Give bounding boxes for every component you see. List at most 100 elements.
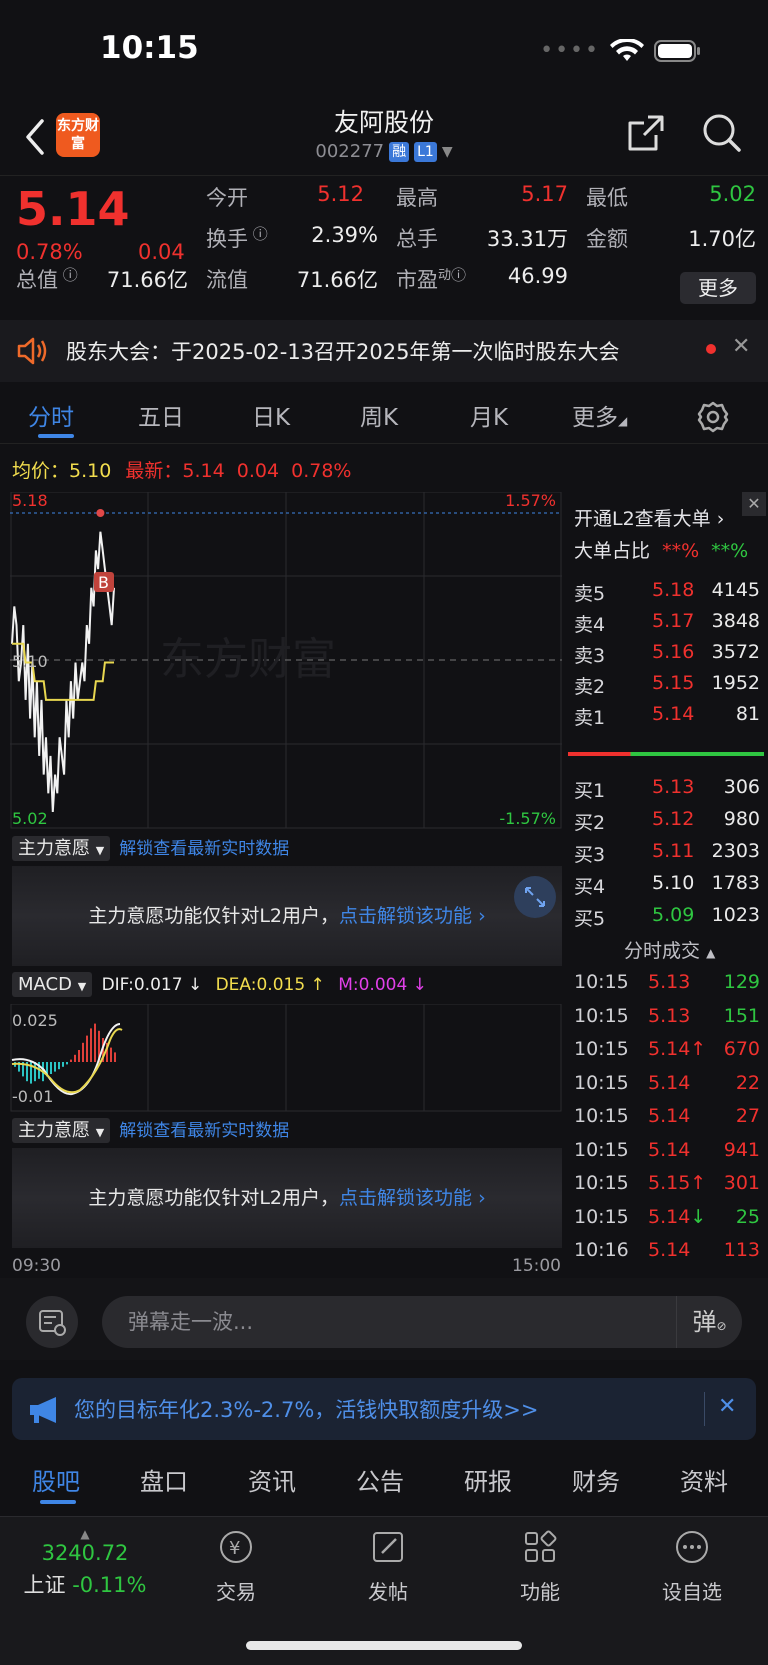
tick-volume: 25 [735,1205,760,1228]
intraday-chart[interactable]: 东方财富 B 5.18 5.10 5.02 1.57% -1.57% [10,492,562,829]
danmu-input[interactable]: 弹幕走一波... [102,1296,742,1348]
bid-label: 买1 [574,780,606,802]
x-axis-start: 09:30 [12,1256,61,1276]
tab-more[interactable]: 更多◢ [572,398,627,432]
ask-row[interactable]: 卖5 5.18 4145 [566,575,764,607]
bid-volume: 1783 [711,872,760,894]
macd-y-top: 0.025 [12,1011,58,1030]
index-name: 上证 [23,1573,66,1597]
ask-label: 卖2 [574,676,606,698]
close-icon[interactable]: ✕ [718,1394,736,1419]
macd-bar [50,1062,52,1074]
ask-row[interactable]: 卖3 5.16 3572 [566,637,764,669]
macd-dropdown[interactable]: MACD ▼ [12,972,93,997]
info-icon: ⓘ [451,266,467,284]
y-axis-top: 5.18 [12,492,48,510]
ask-row[interactable]: 卖1 5.14 81 [566,699,764,731]
close-icon[interactable]: ✕ [732,334,750,359]
ticks-header[interactable]: 分时成交 ▲ [624,936,715,963]
tab-week-k[interactable]: 周K [360,398,398,432]
no-icon: ⊘ [716,1319,727,1333]
tick-price: 5.14 [648,1239,691,1261]
corner-arrow-icon: ◢ [618,414,628,428]
tab-post[interactable]: 发帖 [338,1527,438,1605]
search-icon[interactable] [700,111,744,155]
macd-bar [34,1062,36,1082]
turnover-label[interactable]: 换手 ⓘ [206,223,268,253]
tick-time: 10:15 [574,1004,629,1027]
tab-handicap[interactable]: 盘口 [140,1462,188,1497]
intent-unlock-link[interactable]: 解锁查看最新实时数据 [119,839,289,859]
tick-price: 5.13 [648,971,691,993]
index-value: 3240.72 [41,1541,129,1565]
ask-price: 5.15 [652,672,695,694]
tab-watchlist[interactable]: 设自选 [642,1527,742,1605]
bid-volume: 980 [723,808,760,830]
tick-volume: 27 [735,1105,760,1127]
pct-axis-bottom: -1.57% [499,809,556,828]
tick-row: 10:15 5.14↓ 25 [566,1201,764,1236]
ask-row[interactable]: 卖2 5.15 1952 [566,668,764,700]
tick-volume: 941 [723,1138,760,1161]
amount-label: 金额 [586,227,628,251]
tick-row: 10:15 5.14↑ 670 [566,1033,764,1068]
l2-upgrade-link[interactable]: 开通L2查看大单 › [574,504,724,531]
expand-button[interactable] [514,876,556,918]
tick-price: 5.14↓ [648,1205,707,1228]
tab-five-day[interactable]: 五日 [138,398,184,432]
index-widget[interactable]: ▲ 3240.72 上证 -0.11% [10,1527,160,1599]
promo-banner[interactable]: 您的目标年化2.3%-2.7%，活钱快取额度升级>> ✕ [12,1378,756,1440]
pe-label[interactable]: 市盈动ⓘ [396,264,466,294]
bid-volume: 306 [723,776,760,798]
bid-row[interactable]: 买1 5.13 306 [566,772,764,804]
intent-dropdown[interactable]: 主力意愿 ▼ [12,836,111,861]
ask-label: 卖5 [574,583,606,605]
mcap-label[interactable]: 总值 ⓘ [16,264,78,294]
bid-row[interactable]: 买5 5.09 1023 [566,900,764,932]
tab-guba[interactable]: 股吧 [32,1462,80,1497]
bid-row[interactable]: 买3 5.11 2303 [566,836,764,868]
intent-unlock-link-2[interactable]: 解锁查看最新实时数据 [119,1121,289,1141]
settings-icon[interactable] [696,400,730,434]
macd-bar [70,1059,72,1062]
tab-notices[interactable]: 公告 [356,1462,404,1497]
ask-price: 5.14 [652,703,695,725]
danmu-toggle-button[interactable]: 弹⊘ [676,1296,742,1348]
caret-up-icon: ▲ [80,1527,90,1541]
tab-trade[interactable]: ¥ 交易 [186,1527,286,1605]
intent-unlock-button-2[interactable]: 点击解锁该功能 › [339,1187,486,1209]
intent-unlock-button[interactable]: 点击解锁该功能 › [339,905,486,927]
bid-price: 5.10 [652,872,695,894]
bid-row[interactable]: 买4 5.10 1783 [566,868,764,900]
tab-profile[interactable]: 资料 [680,1462,728,1497]
high-label: 最高 [396,186,438,210]
pe-value: 46.99 [507,264,568,288]
macd-chart[interactable]: 0.025 -0.01 [10,1004,562,1112]
tab-month-k[interactable]: 月K [470,398,508,432]
macd-dea: DEA:0.015 ↑ [215,975,325,995]
bid-row[interactable]: 买2 5.12 980 [566,804,764,836]
tick-price: 5.14 [648,1071,691,1094]
intent-lock-box: 主力意愿功能仅针对L2用户，点击解锁该功能 › [12,866,562,966]
tab-finance[interactable]: 财务 [572,1462,620,1497]
intent-dropdown-2[interactable]: 主力意愿 ▼ [12,1118,111,1143]
tab-functions[interactable]: 功能 [490,1527,590,1605]
share-icon[interactable] [624,111,668,155]
ask-row[interactable]: 卖4 5.17 3848 [566,606,764,638]
tab-research[interactable]: 研报 [464,1462,512,1497]
info-tabs: 股吧 盘口 资讯 公告 研报 财务 资料 [0,1450,768,1510]
tick-time: 10:16 [574,1239,629,1261]
tab-day-k[interactable]: 日K [252,398,290,432]
danmu-settings-button[interactable] [26,1296,78,1348]
bid-price: 5.11 [652,840,695,862]
megaphone-icon [30,1397,56,1423]
bid-label: 买2 [574,812,606,834]
tick-volume: 22 [735,1071,760,1094]
watermark: 东方财富 [160,634,336,685]
tab-intraday[interactable]: 分时 [28,398,74,432]
close-icon[interactable]: ✕ [742,492,766,516]
more-quote-button[interactable]: 更多 [680,272,756,304]
tab-news[interactable]: 资讯 [248,1462,296,1497]
announcement-bar[interactable]: 股东大会：于2025-02-13召开2025年第一次临时股东大会 ✕ [0,320,768,382]
svg-text:¥: ¥ [229,1538,240,1559]
